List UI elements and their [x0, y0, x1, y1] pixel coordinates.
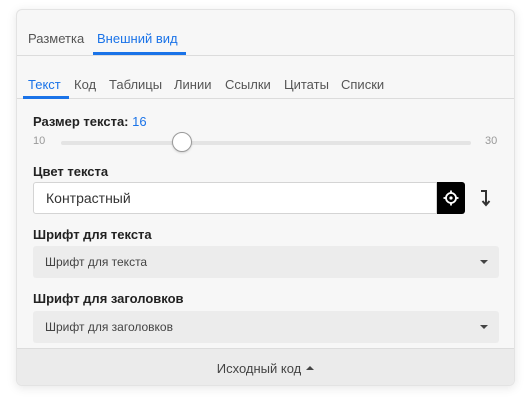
active-subtab-indicator [23, 96, 69, 99]
subtab-lines[interactable]: Линии [174, 77, 212, 92]
text-font-label: Шрифт для текста [33, 227, 152, 242]
color-picker-button[interactable] [437, 182, 465, 214]
text-size-max: 30 [485, 135, 498, 147]
reset-color-button[interactable] [473, 182, 497, 214]
heading-font-select[interactable]: Шрифт для заголовков [33, 311, 499, 343]
sub-tabs: Текст Код Таблицы Линии Ссылки Цитаты Сп… [17, 56, 514, 99]
text-size-label-text: Размер текста: [33, 114, 129, 129]
chevron-down-icon [480, 325, 488, 329]
subtab-text[interactable]: Текст [28, 77, 61, 92]
subtab-quotes[interactable]: Цитаты [284, 77, 329, 92]
reset-arrow-icon [481, 190, 491, 207]
text-size-label: Размер текста: 16 [33, 114, 147, 129]
text-font-selected: Шрифт для текста [45, 255, 148, 269]
text-size-value: 16 [132, 114, 147, 129]
text-size-slider-track[interactable] [61, 141, 471, 145]
source-code-label: Исходный код [216, 360, 302, 376]
subtab-lists[interactable]: Списки [341, 77, 384, 92]
appearance-panel: Разметка Внешний вид Текст Код Таблицы Л… [16, 9, 515, 386]
heading-font-label: Шрифт для заголовков [33, 291, 184, 306]
chevron-down-icon [480, 260, 488, 264]
text-color-input[interactable] [33, 182, 437, 214]
heading-font-selected: Шрифт для заголовков [45, 320, 173, 334]
subtab-code[interactable]: Код [74, 77, 96, 92]
tab-markup[interactable]: Разметка [28, 31, 84, 46]
text-font-select[interactable]: Шрифт для текста [33, 246, 499, 278]
chevron-up-icon [306, 366, 315, 370]
text-size-slider-thumb[interactable] [172, 132, 192, 152]
subtab-links[interactable]: Ссылки [225, 77, 271, 92]
active-tab-indicator [93, 52, 186, 55]
text-size-min: 10 [33, 135, 46, 147]
source-code-toggle[interactable]: Исходный код [17, 348, 514, 385]
tab-appearance[interactable]: Внешний вид [97, 31, 178, 46]
crosshair-icon [443, 190, 459, 206]
text-color-label: Цвет текста [33, 164, 109, 179]
top-tabs: Разметка Внешний вид [17, 10, 514, 56]
subtab-tables[interactable]: Таблицы [109, 77, 162, 92]
